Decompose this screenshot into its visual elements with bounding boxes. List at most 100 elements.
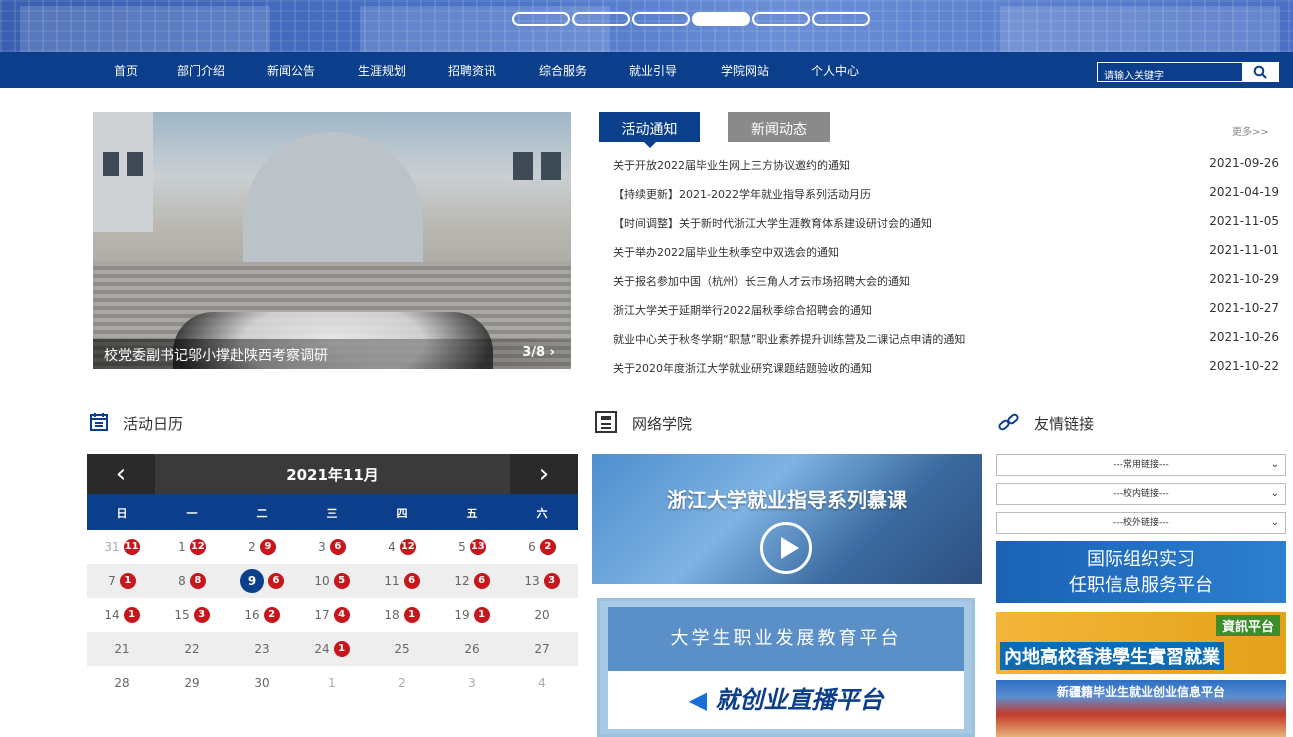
news-item[interactable]: 就业中心关于秋冬学期“职慧”职业素养提升训练营及二课记点申请的通知 2021-10… [613,324,1279,353]
calendar-day[interactable]: 12 6 [437,564,507,598]
xinjiang-platform-banner[interactable]: 新疆籍毕业生就业创业信息平台 [996,680,1286,737]
news-item-title[interactable]: 关于报名参加中国（杭州）长三角人才云市场招聘大会的通知 [613,273,910,289]
news-item-title[interactable]: 浙江大学关于延期举行2022届秋季综合招聘会的通知 [613,302,872,318]
news-item-title[interactable]: 【持续更新】2021-2022学年就业指导系列活动月历 [613,186,871,202]
photo-slider[interactable]: 校党委副书记邬小撑赴陕西考察调研 3/8 › [93,112,571,369]
nav-item-career[interactable]: 生涯规划 [358,62,406,79]
news-item-title[interactable]: 就业中心关于秋冬学期“职慧”职业素养提升训练营及二课记点申请的通知 [613,331,965,347]
banner-pager [512,12,870,26]
calendar-day[interactable]: 23 [227,632,297,666]
calendar-day[interactable]: 96 [227,564,297,598]
calendar-day[interactable]: 62 [507,530,577,564]
banner-dot[interactable] [572,12,630,26]
calendar-day[interactable]: 36 [297,530,367,564]
nav-item-services[interactable]: 综合服务 [539,62,587,79]
calendar-day[interactable]: 4 12 [367,530,437,564]
calendar-day[interactable]: 18 1 [367,598,437,632]
next-month-button[interactable]: › [510,454,578,494]
select-campus-links[interactable]: ---校内链接--- ⌄ [996,483,1286,505]
news-item[interactable]: 【时间调整】关于新时代浙江大学生涯教育体系建设研讨会的通知 2021-11-05 [613,208,1279,237]
slider-pager[interactable]: 3/8 › [522,345,555,360]
calendar-day[interactable]: 13 3 [507,564,577,598]
slider-photo-window [541,152,561,180]
select-common-links[interactable]: ---常用链接--- ⌄ [996,454,1286,476]
calendar-day-number: 14 [104,608,120,622]
slider-photo-window [103,152,119,176]
link-icon [997,411,1021,438]
news-item-title[interactable]: 关于开放2022届毕业生网上三方协议邀约的通知 [613,157,850,173]
event-count-badge: 2 [263,607,280,623]
calendar-day[interactable]: 29 [157,666,227,700]
calendar-day[interactable]: 16 2 [227,598,297,632]
news-item[interactable]: 关于开放2022届毕业生网上三方协议邀约的通知 2021-09-26 [613,150,1279,179]
nav-item-guidance[interactable]: 就业引导 [629,62,677,79]
news-item-title[interactable]: 【时间调整】关于新时代浙江大学生涯教育体系建设研讨会的通知 [613,215,932,231]
calendar-day[interactable]: 19 1 [437,598,507,632]
news-item[interactable]: 关于举办2022届毕业生秋季空中双选会的通知 2021-11-01 [613,237,1279,266]
calendar-day[interactable]: 15 3 [157,598,227,632]
calendar-day[interactable]: 17 4 [297,598,367,632]
event-count-badge: 6 [403,573,420,589]
calendar-day[interactable]: 3 [437,666,507,700]
search-input[interactable]: 请输入关键字 [1098,63,1242,82]
calendar-day[interactable]: 29 [227,530,297,564]
calendar-day[interactable]: 88 [157,564,227,598]
calendar-day[interactable]: 25 [367,632,437,666]
search-box: 请输入关键字 [1097,62,1279,82]
intl-org-banner[interactable]: 国际组织实习 任职信息服务平台 [996,541,1286,603]
news-item[interactable]: 【持续更新】2021-2022学年就业指导系列活动月历 2021-04-19 [613,179,1279,208]
calendar-day[interactable]: 14 1 [87,598,157,632]
banner-dot[interactable] [632,12,690,26]
news-item-title[interactable]: 关于2020年度浙江大学就业研究课题结题验收的通知 [613,360,872,376]
nav-item-recruitment[interactable]: 招聘资讯 [448,62,496,79]
calendar-day[interactable]: 30 [227,666,297,700]
calendar-day[interactable]: 31 11 [87,530,157,564]
calendar-day[interactable]: 28 [87,666,157,700]
select-external-links[interactable]: ---校外链接--- ⌄ [996,512,1286,534]
calendar-week-row: 14 1 15 3 16 2 17 4 18 1 19 1 20 [87,598,578,632]
news-item[interactable]: 关于2020年度浙江大学就业研究课题结题验收的通知 2021-10-22 [613,353,1279,382]
nav-item-colleges[interactable]: 学院网站 [721,62,769,79]
nav-item-personal[interactable]: 个人中心 [811,62,859,79]
live-platform-banner[interactable]: 大学生职业发展教育平台 ◀ 就创业直播平台 [597,598,975,737]
tab-activity-notice[interactable]: 活动通知 [599,112,700,148]
banner-dot[interactable] [512,12,570,26]
calendar-day[interactable]: 26 [437,632,507,666]
calendar-day[interactable]: 22 [157,632,227,666]
calendar-day-number: 8 [178,574,186,588]
slider-photo-window [127,152,143,176]
news-item-title[interactable]: 关于举办2022届毕业生秋季空中双选会的通知 [613,244,839,260]
news-item[interactable]: 浙江大学关于延期举行2022届秋季综合招聘会的通知 2021-10-27 [613,295,1279,324]
weekday-label: 一 [186,507,198,520]
calendar-day[interactable]: 24 1 [297,632,367,666]
calendar-day[interactable]: 20 [507,598,577,632]
nav-item-departments[interactable]: 部门介绍 [177,62,225,79]
calendar-day[interactable]: 5 13 [437,530,507,564]
prev-month-button[interactable]: ‹ [87,454,155,494]
calendar-day[interactable]: 2 [367,666,437,700]
mooc-banner[interactable]: 浙江大学就业指导系列慕课 [592,454,982,584]
calendar-day[interactable]: 11 6 [367,564,437,598]
calendar-day-number: 24 [314,642,330,656]
slider-caption[interactable]: 校党委副书记邬小撑赴陕西考察调研 [104,345,328,365]
calendar-day[interactable]: 71 [87,564,157,598]
nav-item-news[interactable]: 新闻公告 [267,62,315,79]
calendar-day[interactable]: 27 [507,632,577,666]
search-button[interactable] [1242,63,1278,81]
nav-item-home[interactable]: 首页 [114,62,138,79]
calendar-day[interactable]: 1 [297,666,367,700]
calendar-day[interactable]: 21 [87,632,157,666]
more-link[interactable]: 更多>> [1232,123,1269,138]
tab-news-updates[interactable]: 新闻动态 [728,112,830,142]
banner-dot[interactable] [752,12,810,26]
calendar-day[interactable]: 10 5 [297,564,367,598]
banner-dot[interactable] [692,12,750,26]
hk-internship-banner[interactable]: 資訊平台 內地高校香港學生實習就業 [996,612,1286,674]
calendar-header: 2021年11月 ‹ › [87,454,578,494]
calendar-day-number: 2 [398,676,406,690]
play-icon[interactable] [760,522,812,574]
calendar-day[interactable]: 4 [507,666,577,700]
calendar-day[interactable]: 1 12 [157,530,227,564]
news-item[interactable]: 关于报名参加中国（杭州）长三角人才云市场招聘大会的通知 2021-10-29 [613,266,1279,295]
banner-dot[interactable] [812,12,870,26]
